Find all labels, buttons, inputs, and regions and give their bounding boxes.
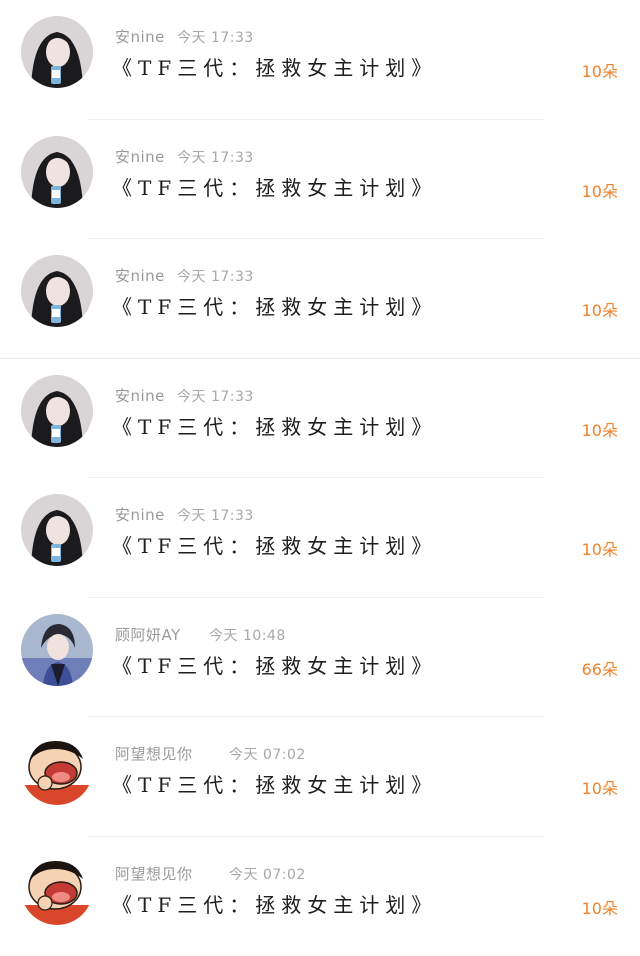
message-time: 今天 17:33 [177, 147, 254, 167]
cartoon-avatar-icon[interactable] [21, 733, 93, 805]
cartoon-avatar-icon[interactable] [21, 853, 93, 925]
message-time: 今天 17:33 [177, 27, 254, 47]
sender-name: 安nine [115, 265, 165, 286]
gift-count: 10朵 [582, 297, 618, 321]
gift-count: 10朵 [582, 417, 618, 441]
sender-name: 阿望想见你 [115, 863, 193, 884]
message-time: 今天 17:33 [177, 386, 254, 406]
girl-avatar-icon[interactable] [21, 494, 93, 566]
list-item[interactable]: 安nine 今天 17:33 《TF三代：拯救女主计划》 10朵 [0, 239, 640, 359]
list-item[interactable]: 阿望想见你 今天 07:02 《TF三代：拯救女主计划》 10朵 [0, 717, 640, 837]
work-title[interactable]: 《TF三代：拯救女主计划》 [112, 769, 437, 798]
gift-count: 66朵 [582, 656, 618, 680]
sender-name: 安nine [115, 504, 165, 525]
gift-message-list: 安nine 今天 17:33 《TF三代：拯救女主计划》 10朵 安nine 今… [0, 0, 640, 950]
sender-name: 安nine [115, 26, 165, 47]
list-item[interactable]: 安nine 今天 17:33 《TF三代：拯救女主计划》 10朵 [0, 478, 640, 598]
girl-avatar-icon[interactable] [21, 16, 93, 88]
gift-count: 10朵 [582, 178, 618, 202]
sender-name: 安nine [115, 385, 165, 406]
message-time: 今天 17:33 [177, 266, 254, 286]
work-title[interactable]: 《TF三代：拯救女主计划》 [112, 52, 437, 81]
work-title[interactable]: 《TF三代：拯救女主计划》 [112, 530, 437, 559]
gift-count: 10朵 [582, 775, 618, 799]
gift-count: 10朵 [582, 895, 618, 919]
message-time: 今天 10:48 [209, 625, 286, 645]
message-time: 今天 07:02 [229, 744, 306, 764]
list-item[interactable]: 阿望想见你 今天 07:02 《TF三代：拯救女主计划》 10朵 [0, 837, 640, 956]
sender-name: 阿望想见你 [115, 743, 193, 764]
work-title[interactable]: 《TF三代：拯救女主计划》 [112, 172, 437, 201]
list-item[interactable]: 安nine 今天 17:33 《TF三代：拯救女主计划》 10朵 [0, 120, 640, 240]
work-title[interactable]: 《TF三代：拯救女主计划》 [112, 291, 437, 320]
girl-avatar-icon[interactable] [21, 255, 93, 327]
gift-count: 10朵 [582, 58, 618, 82]
girl-avatar-icon[interactable] [21, 375, 93, 447]
girl-avatar-icon[interactable] [21, 136, 93, 208]
work-title[interactable]: 《TF三代：拯救女主计划》 [112, 650, 437, 679]
work-title[interactable]: 《TF三代：拯救女主计划》 [112, 411, 437, 440]
list-item[interactable]: 安nine 今天 17:33 《TF三代：拯救女主计划》 10朵 [0, 0, 640, 120]
message-time: 今天 17:33 [177, 505, 254, 525]
list-item[interactable]: 安nine 今天 17:33 《TF三代：拯救女主计划》 10朵 [0, 359, 640, 479]
work-title[interactable]: 《TF三代：拯救女主计划》 [112, 889, 437, 918]
gift-count: 10朵 [582, 536, 618, 560]
boy-avatar-icon[interactable] [21, 614, 93, 686]
message-time: 今天 07:02 [229, 864, 306, 884]
sender-name: 安nine [115, 146, 165, 167]
list-item[interactable]: 顾阿妍AY 今天 10:48 《TF三代：拯救女主计划》 66朵 [0, 598, 640, 718]
sender-name: 顾阿妍AY [115, 624, 181, 645]
